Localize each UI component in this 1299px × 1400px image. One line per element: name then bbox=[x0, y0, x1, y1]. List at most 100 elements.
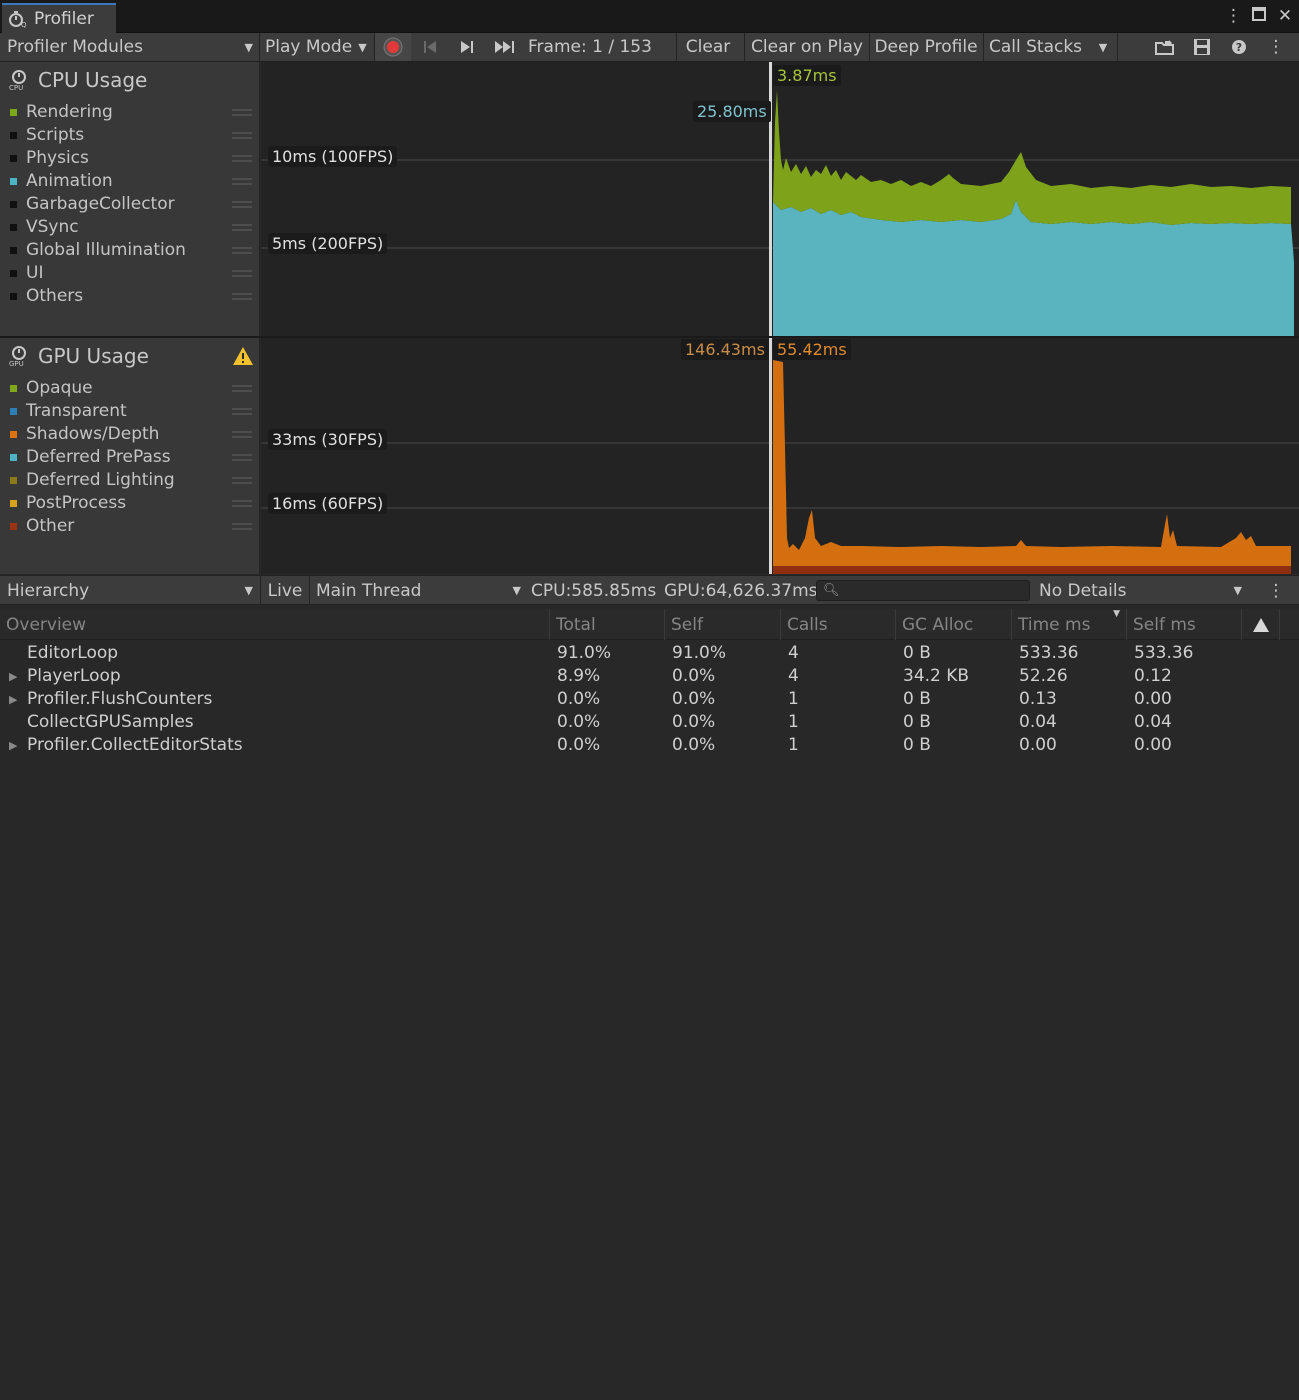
drag-handle-icon[interactable] bbox=[232, 269, 252, 277]
profiler-tab[interactable]: Q Profiler bbox=[2, 3, 116, 33]
legend-swatch[interactable] bbox=[10, 292, 17, 300]
table-row[interactable]: CollectGPUSamples 0.0% 0.0% 1 0 B 0.04 0.04 bbox=[0, 710, 1299, 733]
legend-swatch[interactable] bbox=[10, 200, 17, 208]
cpu-legend-ui[interactable]: UI bbox=[10, 262, 254, 284]
chevron-down-icon: ▼ bbox=[1098, 40, 1108, 54]
legend-swatch[interactable] bbox=[10, 246, 17, 254]
cpu-legend-animation[interactable]: Animation bbox=[10, 170, 254, 192]
cell-time-ms: 0.04 bbox=[1019, 711, 1057, 732]
cpu-legend-scripts[interactable]: Scripts bbox=[10, 124, 254, 146]
call-stacks-dropdown[interactable]: ▼ bbox=[1090, 33, 1116, 61]
call-stacks-button[interactable]: Call Stacks bbox=[984, 33, 1087, 61]
legend-swatch[interactable] bbox=[10, 384, 17, 392]
gpu-legend-postprocess[interactable]: PostProcess bbox=[10, 492, 254, 514]
legend-swatch[interactable] bbox=[10, 407, 17, 415]
chevron-down-icon: ▼ bbox=[244, 40, 253, 54]
details-dropdown[interactable]: No Details ▼ bbox=[1034, 576, 1248, 605]
toolbar-more-button[interactable]: ⋮ bbox=[1266, 33, 1286, 61]
cell-name: Profiler.CollectEditorStats bbox=[27, 734, 243, 755]
drag-handle-icon[interactable] bbox=[232, 292, 252, 300]
cpu-legend-others[interactable]: Others bbox=[10, 285, 254, 307]
details-more-button[interactable]: ⋮ bbox=[1266, 576, 1286, 605]
cpu-module-legend[interactable]: CPU CPU Usage Rendering Scripts Physics Ani… bbox=[0, 62, 260, 336]
drag-handle-icon[interactable] bbox=[232, 476, 252, 484]
expand-arrow-icon[interactable]: ▶ bbox=[9, 670, 17, 683]
drag-handle-icon[interactable] bbox=[232, 246, 252, 254]
legend-swatch[interactable] bbox=[10, 430, 17, 438]
column-header-warnings[interactable] bbox=[1241, 609, 1279, 640]
drag-handle-icon[interactable] bbox=[232, 430, 252, 438]
next-frame-button[interactable] bbox=[452, 33, 482, 61]
chevron-down-icon: ▼ bbox=[1233, 584, 1242, 597]
cpu-legend-physics[interactable]: Physics bbox=[10, 147, 254, 169]
previous-frame-button[interactable] bbox=[415, 33, 445, 61]
drag-handle-icon[interactable] bbox=[232, 200, 252, 208]
expand-arrow-icon[interactable]: ▶ bbox=[9, 693, 17, 706]
gpu-icon: GPU bbox=[9, 346, 26, 367]
record-button[interactable] bbox=[375, 33, 411, 61]
legend-swatch[interactable] bbox=[10, 453, 17, 461]
cpu-usage-chart[interactable]: 10ms (100FPS) 5ms (200FPS) 25.80ms 3.87m… bbox=[261, 62, 1299, 336]
clear-on-play-button[interactable]: Clear on Play bbox=[746, 33, 868, 61]
column-header-time-ms[interactable]: Time ms ▼ bbox=[1011, 609, 1126, 640]
drag-handle-icon[interactable] bbox=[232, 453, 252, 461]
legend-swatch[interactable] bbox=[10, 476, 17, 484]
vertical-ellipsis-icon[interactable]: ⋮ bbox=[1225, 6, 1242, 26]
cpu-legend-vsync[interactable]: VSync bbox=[10, 216, 254, 238]
drag-handle-icon[interactable] bbox=[232, 154, 252, 162]
maximize-icon[interactable] bbox=[1251, 6, 1267, 26]
legend-swatch[interactable] bbox=[10, 177, 17, 185]
legend-swatch[interactable] bbox=[10, 131, 17, 139]
current-frame-button[interactable] bbox=[489, 33, 521, 61]
gpu-legend-shadows-depth[interactable]: Shadows/Depth bbox=[10, 423, 254, 445]
play-mode-dropdown[interactable]: Play Mode ▼ bbox=[261, 33, 373, 61]
gpu-legend-deferred-lighting[interactable]: Deferred Lighting bbox=[10, 469, 254, 491]
warning-icon[interactable] bbox=[232, 346, 254, 366]
table-row[interactable]: ▶ Profiler.FlushCounters 0.0% 0.0% 1 0 B 0.13 0… bbox=[0, 687, 1299, 710]
legend-swatch[interactable] bbox=[10, 269, 17, 277]
legend-swatch[interactable] bbox=[10, 499, 17, 507]
drag-handle-icon[interactable] bbox=[232, 522, 252, 530]
gpu-usage-chart[interactable]: 33ms (30FPS) 16ms (60FPS) 146.43ms 55.42… bbox=[261, 338, 1299, 574]
legend-swatch[interactable] bbox=[10, 522, 17, 530]
save-button[interactable] bbox=[1188, 33, 1216, 61]
gpu-module-legend[interactable]: GPU GPU Usage Opaque Transparent Shadows/D… bbox=[0, 338, 260, 574]
gpu-legend-opaque[interactable]: Opaque bbox=[10, 377, 254, 399]
gpu-legend-deferred-prepass[interactable]: Deferred PrePass bbox=[10, 446, 254, 468]
close-icon[interactable]: ✕ bbox=[1277, 6, 1293, 26]
legend-swatch[interactable] bbox=[10, 223, 17, 231]
profiler-modules-dropdown[interactable]: Profiler Modules ▼ bbox=[0, 33, 260, 61]
load-button[interactable] bbox=[1150, 33, 1180, 61]
help-button[interactable]: ? bbox=[1226, 33, 1252, 61]
drag-handle-icon[interactable] bbox=[232, 177, 252, 185]
view-mode-dropdown[interactable]: Hierarchy ▼ bbox=[0, 576, 260, 605]
clear-button[interactable]: Clear bbox=[678, 33, 738, 61]
drag-handle-icon[interactable] bbox=[232, 499, 252, 507]
table-row[interactable]: ▶ PlayerLoop 8.9% 0.0% 4 34.2 KB 52.26 0.12 bbox=[0, 664, 1299, 687]
column-header-calls[interactable]: Calls bbox=[780, 609, 895, 640]
live-toggle[interactable]: Live bbox=[262, 576, 308, 605]
column-header-total[interactable]: Total bbox=[549, 609, 664, 640]
table-row[interactable]: EditorLoop 91.0% 91.0% 4 0 B 533.36 533.36 bbox=[0, 641, 1299, 664]
column-header-self[interactable]: Self bbox=[664, 609, 780, 640]
thread-dropdown[interactable]: Main Thread ▼ bbox=[311, 576, 525, 605]
cpu-legend-global-illumination[interactable]: Global Illumination bbox=[10, 239, 254, 261]
gpu-legend-other[interactable]: Other bbox=[10, 515, 254, 537]
cpu-legend-garbagecollector[interactable]: GarbageCollector bbox=[10, 193, 254, 215]
gpu-legend-transparent[interactable]: Transparent bbox=[10, 400, 254, 422]
legend-swatch[interactable] bbox=[10, 154, 17, 162]
column-header-gc-alloc[interactable]: GC Alloc bbox=[895, 609, 1011, 640]
drag-handle-icon[interactable] bbox=[232, 223, 252, 231]
drag-handle-icon[interactable] bbox=[232, 384, 252, 392]
cpu-legend-rendering[interactable]: Rendering bbox=[10, 101, 254, 123]
column-header-overview[interactable]: Overview bbox=[0, 609, 549, 640]
legend-swatch[interactable] bbox=[10, 108, 17, 116]
search-input[interactable]: 🔍︎ bbox=[816, 580, 1030, 601]
drag-handle-icon[interactable] bbox=[232, 407, 252, 415]
table-row[interactable]: ▶ Profiler.CollectEditorStats 0.0% 0.0% 1 0 B… bbox=[0, 733, 1299, 756]
deep-profile-button[interactable]: Deep Profile bbox=[870, 33, 982, 61]
drag-handle-icon[interactable] bbox=[232, 108, 252, 116]
expand-arrow-icon[interactable]: ▶ bbox=[9, 739, 17, 752]
column-header-self-ms[interactable]: Self ms bbox=[1126, 609, 1241, 640]
drag-handle-icon[interactable] bbox=[232, 131, 252, 139]
